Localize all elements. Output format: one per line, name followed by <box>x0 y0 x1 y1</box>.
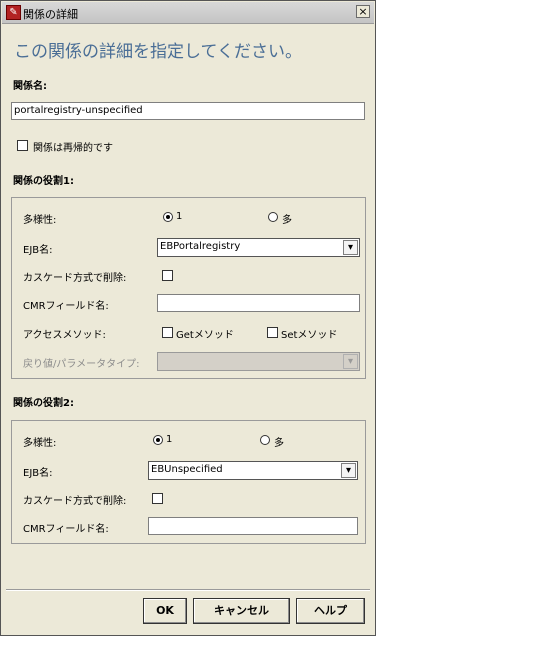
role1-multiplicity-one-label: 1 <box>176 211 183 222</box>
role2-cascade-checkbox[interactable] <box>152 493 163 504</box>
role2-cascade-label: カスケード方式で削除: <box>23 496 127 507</box>
page-title: この関係の詳細を指定してください。 <box>14 42 302 62</box>
role1-set-checkbox[interactable] <box>267 327 278 338</box>
role1-get-label: Getメソッド <box>176 330 234 341</box>
role2-group: 多様性: 1 多 EJB名: EBUnspecified ▾ カスケード方式で削… <box>11 420 366 544</box>
relation-details-dialog: ✎ 関係の詳細 × この関係の詳細を指定してください。 関係名: portalr… <box>0 0 376 636</box>
close-icon[interactable]: × <box>356 5 370 18</box>
reflexive-checkbox[interactable] <box>17 140 28 151</box>
button-separator <box>6 589 370 591</box>
ok-button[interactable]: OK <box>143 598 187 624</box>
role1-get-checkbox[interactable] <box>162 327 173 338</box>
dialog-content: この関係の詳細を指定してください。 関係名: portalregistry-un… <box>4 24 372 552</box>
chevron-down-icon[interactable]: ▾ <box>343 240 358 255</box>
dialog-app-icon: ✎ <box>6 5 21 20</box>
role1-header: 関係の役割1: <box>13 176 74 187</box>
relation-name-input[interactable]: portalregistry-unspecified <box>11 102 365 120</box>
role1-multiplicity-many-radio[interactable] <box>268 212 278 222</box>
role2-cmr-label: CMRフィールド名: <box>23 524 109 535</box>
role1-access-label: アクセスメソッド: <box>23 330 106 341</box>
role2-multiplicity-one-radio[interactable] <box>153 435 163 445</box>
role1-multiplicity-many-label: 多 <box>282 215 292 226</box>
window-title: 関係の詳細 <box>23 8 78 21</box>
role1-cmr-label: CMRフィールド名: <box>23 301 109 312</box>
chevron-down-icon[interactable]: ▾ <box>341 463 356 478</box>
chevron-down-icon: ▾ <box>343 354 358 369</box>
role2-multiplicity-many-label: 多 <box>274 438 284 449</box>
role1-cmr-input[interactable] <box>157 294 360 312</box>
role2-header: 関係の役割2: <box>13 398 74 409</box>
role2-multiplicity-one-label: 1 <box>166 434 173 445</box>
role1-ejb-label: EJB名: <box>23 245 53 256</box>
role2-cmr-input[interactable] <box>148 517 358 535</box>
role1-ejb-select[interactable]: EBPortalregistry ▾ <box>157 238 360 257</box>
role1-set-label: Setメソッド <box>281 330 338 341</box>
role1-multiplicity-one-radio[interactable] <box>163 212 173 222</box>
relation-name-label: 関係名: <box>13 81 47 92</box>
role2-ejb-value: EBUnspecified <box>151 464 223 475</box>
role2-ejb-label: EJB名: <box>23 468 53 479</box>
help-button[interactable]: ヘルプ <box>296 598 365 624</box>
reflexive-checkbox-label: 関係は再帰的です <box>33 143 113 154</box>
cancel-button[interactable]: キャンセル <box>193 598 290 624</box>
title-bar[interactable]: ✎ 関係の詳細 × <box>2 2 374 24</box>
role1-cascade-checkbox[interactable] <box>162 270 173 281</box>
role1-return-type-select: ▾ <box>157 352 360 371</box>
role1-cascade-label: カスケード方式で削除: <box>23 273 127 284</box>
role1-group: 多様性: 1 多 EJB名: EBPortalregistry ▾ カスケード方… <box>11 197 366 379</box>
role1-ejb-value: EBPortalregistry <box>160 241 241 252</box>
role1-multiplicity-label: 多様性: <box>23 215 57 226</box>
role1-return-type-label: 戻り値/パラメータタイプ: <box>23 359 140 370</box>
role2-multiplicity-label: 多様性: <box>23 438 57 449</box>
role2-multiplicity-many-radio[interactable] <box>260 435 270 445</box>
role2-ejb-select[interactable]: EBUnspecified ▾ <box>148 461 358 480</box>
